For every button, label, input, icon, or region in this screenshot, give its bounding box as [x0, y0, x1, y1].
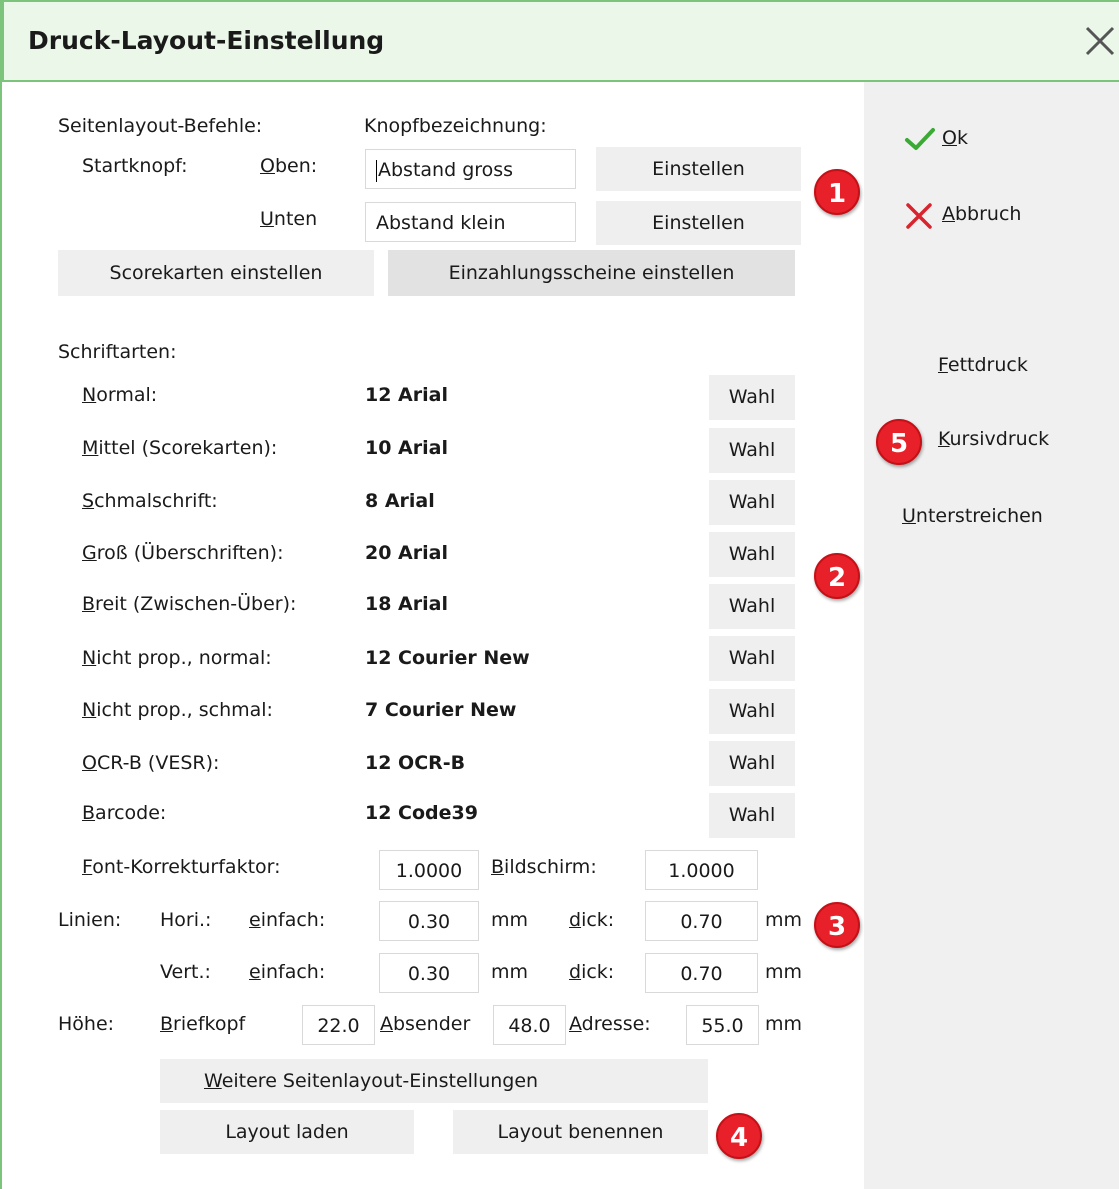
- font-choose-button[interactable]: Wahl: [709, 741, 795, 786]
- underline-button[interactable]: Unterstreichen: [902, 504, 1043, 528]
- font-label: Barcode:: [82, 802, 167, 824]
- page-layout-heading: Seitenlayout-Befehle:: [58, 115, 263, 137]
- correction-input[interactable]: 1.0000: [379, 850, 479, 890]
- button-caption-heading: Knopfbezeichnung:: [364, 115, 547, 137]
- font-value: 18 Arial: [365, 593, 448, 615]
- bottom-label: Unten: [260, 208, 318, 230]
- start-button-label: Startknopf:: [82, 155, 188, 177]
- font-label: Schmalschrift:: [82, 490, 218, 512]
- font-choose-button[interactable]: Wahl: [709, 480, 795, 525]
- italic-button[interactable]: Kursivdruck: [938, 427, 1049, 451]
- callout-badge-5: 5: [876, 419, 922, 465]
- font-choose-button[interactable]: Wahl: [709, 428, 795, 473]
- vert-simple-unit: mm: [491, 961, 529, 983]
- font-label: Normal:: [82, 384, 158, 406]
- cancel-x-icon: [906, 203, 932, 229]
- dialog-window: Druck-Layout-Einstellung Ok Abbruch Fett…: [0, 0, 1119, 1189]
- font-value: 8 Arial: [365, 490, 435, 512]
- top-label: Oben:: [260, 155, 318, 177]
- rename-layout-button[interactable]: Layout benennen: [453, 1110, 708, 1154]
- font-choose-button[interactable]: Wahl: [709, 375, 795, 420]
- font-label: Breit (Zwischen-Über):: [82, 593, 297, 615]
- payment-slips-button[interactable]: Einzahlungsscheine einstellen: [388, 250, 795, 296]
- callout-badge-3: 3: [814, 902, 860, 948]
- hori-label: Hori.:: [160, 909, 212, 931]
- hori-thick-input[interactable]: 0.70: [645, 901, 758, 941]
- font-choose-button[interactable]: Wahl: [709, 584, 795, 629]
- font-choose-button[interactable]: Wahl: [709, 532, 795, 577]
- callout-badge-2: 2: [814, 553, 860, 599]
- hori-simple-label: einfach:: [249, 909, 326, 931]
- sender-label: Absender: [380, 1013, 471, 1035]
- font-value: 20 Arial: [365, 542, 448, 564]
- letterhead-label: Briefkopf: [160, 1013, 246, 1035]
- side-panel: Ok Abbruch Fettdruck Kursivdruck Unterst…: [864, 82, 1119, 1189]
- font-choose-button[interactable]: Wahl: [709, 636, 795, 681]
- load-layout-button[interactable]: Layout laden: [160, 1110, 414, 1154]
- cancel-label: Abbruch: [942, 203, 1022, 225]
- bottom-caption-input[interactable]: Abstand klein: [365, 202, 576, 242]
- title-bar: Druck-Layout-Einstellung: [2, 0, 1119, 82]
- font-value: 12 Code39: [365, 802, 478, 824]
- bottom-adjust-button[interactable]: Einstellen: [596, 201, 801, 245]
- vert-simple-label: einfach:: [249, 961, 326, 983]
- callout-badge-1: 1: [814, 169, 860, 215]
- height-label: Höhe:: [58, 1013, 115, 1035]
- lines-label: Linien:: [58, 909, 122, 931]
- screen-label: Bildschirm:: [491, 856, 597, 878]
- hori-thick-unit: mm: [765, 909, 803, 931]
- font-value: 10 Arial: [365, 437, 448, 459]
- checkmark-icon: [905, 128, 935, 150]
- top-adjust-button[interactable]: Einstellen: [596, 147, 801, 191]
- sender-input[interactable]: 48.0: [493, 1005, 566, 1045]
- font-label: Nicht prop., normal:: [82, 647, 272, 669]
- letterhead-input[interactable]: 22.0: [302, 1005, 375, 1045]
- font-choose-button[interactable]: Wahl: [709, 793, 795, 838]
- correction-label: Font-Korrekturfaktor:: [82, 856, 281, 878]
- close-icon[interactable]: [1078, 19, 1119, 63]
- font-label: Mittel (Scorekarten):: [82, 437, 278, 459]
- more-settings-button[interactable]: Weitere Seitenlayout-Einstellungen: [160, 1059, 708, 1103]
- vert-thick-input[interactable]: 0.70: [645, 953, 758, 993]
- screen-input[interactable]: 1.0000: [645, 850, 758, 890]
- fonts-heading: Schriftarten:: [58, 341, 177, 363]
- callout-badge-4: 4: [716, 1113, 762, 1159]
- font-choose-button[interactable]: Wahl: [709, 689, 795, 734]
- hori-simple-input[interactable]: 0.30: [379, 901, 479, 941]
- dialog-title: Druck-Layout-Einstellung: [28, 26, 385, 55]
- font-value: 7 Courier New: [365, 699, 517, 721]
- ok-label: Ok: [942, 127, 968, 149]
- vert-simple-input[interactable]: 0.30: [379, 953, 479, 993]
- address-label: Adresse:: [569, 1013, 651, 1035]
- font-label: Nicht prop., schmal:: [82, 699, 273, 721]
- hori-simple-unit: mm: [491, 909, 529, 931]
- top-caption-input[interactable]: Abstand gross: [365, 149, 576, 189]
- font-value: 12 Courier New: [365, 647, 530, 669]
- vert-thick-unit: mm: [765, 961, 803, 983]
- vert-thick-label: dick:: [569, 961, 615, 983]
- address-input[interactable]: 55.0: [686, 1005, 759, 1045]
- hori-thick-label: dick:: [569, 909, 615, 931]
- bold-button[interactable]: Fettdruck: [938, 353, 1028, 377]
- font-value: 12 Arial: [365, 384, 448, 406]
- font-label: Groß (Überschriften):: [82, 542, 284, 564]
- vert-label: Vert.:: [160, 961, 211, 983]
- height-unit: mm: [765, 1013, 803, 1035]
- scorecards-button[interactable]: Scorekarten einstellen: [58, 250, 374, 296]
- font-value: 12 OCR-B: [365, 752, 466, 774]
- font-label: OCR-B (VESR):: [82, 752, 220, 774]
